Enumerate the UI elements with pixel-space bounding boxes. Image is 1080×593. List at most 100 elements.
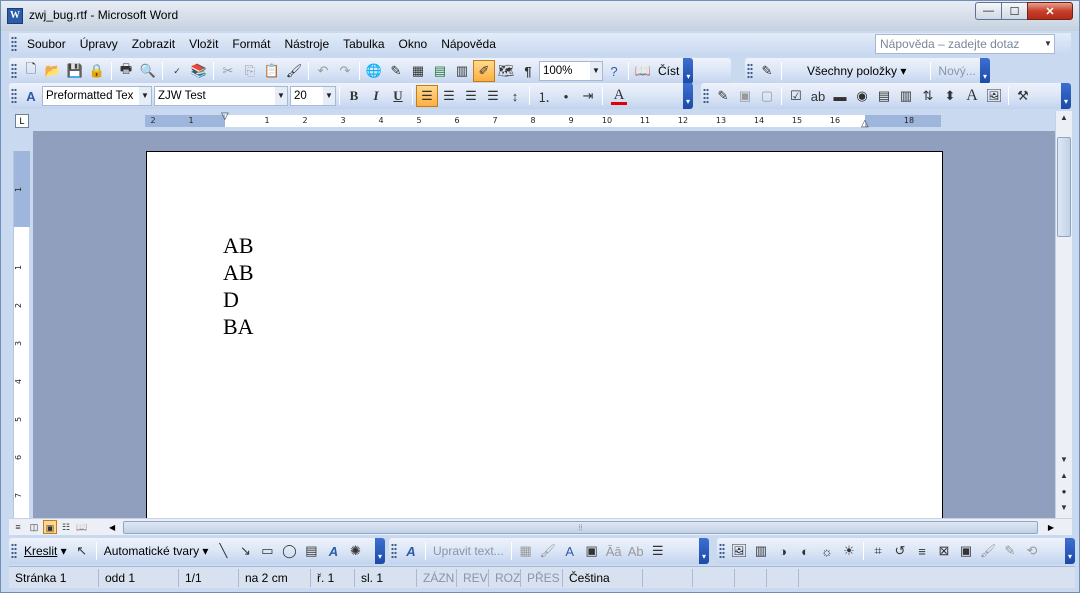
indent-icon[interactable]: ⇥ (577, 85, 599, 107)
toolbar-options-icon[interactable]: ▾ (1061, 83, 1071, 109)
status-position[interactable]: na 2 cm (239, 568, 311, 587)
columns-icon[interactable]: ▥ (451, 60, 473, 82)
wordart-gallery-icon[interactable]: ▦ (515, 540, 537, 562)
vertical-scroll-thumb[interactable] (1057, 137, 1071, 237)
permission-icon[interactable]: 🔒 (86, 60, 108, 82)
wordart-icon[interactable]: A (322, 540, 344, 562)
less-contrast-icon[interactable]: ◐ (794, 540, 816, 562)
rectangle-icon[interactable]: ▭ (256, 540, 278, 562)
print-preview-icon[interactable]: 🔍 (137, 60, 159, 82)
previous-page-icon[interactable]: ▲ (1056, 469, 1072, 483)
horizontal-scrollbar[interactable]: ◀ ⦙⦙ ▶ (109, 521, 1054, 534)
crop-icon[interactable]: ⌗ (867, 540, 889, 562)
toolbar-options-icon[interactable]: ▾ (683, 58, 694, 84)
line-spacing-icon[interactable]: ↕ (504, 85, 526, 107)
vertical-text-icon[interactable]: Ab (625, 540, 647, 562)
close-button[interactable]: ✕ (1027, 2, 1073, 20)
status-language[interactable]: Čeština (563, 568, 643, 587)
help-dropdown-icon[interactable]: ▼ (1042, 35, 1054, 53)
underline-button[interactable]: U (387, 85, 409, 107)
spinner-icon[interactable]: ⬍ (939, 85, 961, 107)
chevron-down-icon[interactable]: ▼ (590, 62, 602, 80)
more-brightness-icon[interactable]: ☼ (816, 540, 838, 562)
word-app-icon[interactable]: W (7, 8, 23, 24)
font-size-select[interactable]: 20 ▼ (290, 86, 336, 106)
insert-excel-icon[interactable]: ▤ (429, 60, 451, 82)
more-contrast-icon[interactable]: ◑ (772, 540, 794, 562)
arrow-icon[interactable]: ↘ (234, 540, 256, 562)
bold-button[interactable]: B (343, 85, 365, 107)
menu-vlozit[interactable]: Vložit (182, 34, 225, 54)
select-objects-icon[interactable]: ↖ (71, 540, 93, 562)
radio-icon[interactable]: ◉ (851, 85, 873, 107)
tables-borders-icon[interactable]: ✎ (385, 60, 407, 82)
text-box-icon[interactable]: ▤ (300, 540, 322, 562)
read-icon[interactable]: 📖 (632, 60, 654, 82)
menu-nastroje[interactable]: Nástroje (277, 34, 336, 54)
format-wordart-icon[interactable]: 🖌 (537, 540, 559, 562)
normal-view-icon[interactable]: ≡ (11, 520, 25, 534)
document-body[interactable]: AB AB D BA (223, 232, 254, 340)
toggle-icon[interactable]: ⇅ (917, 85, 939, 107)
more-controls-icon[interactable]: ⚒ (1012, 85, 1034, 107)
hyperlink-icon[interactable]: 🌐 (363, 60, 385, 82)
toolbar-options-icon[interactable]: ▾ (683, 83, 693, 109)
status-page[interactable]: Stránka 1 (9, 568, 99, 587)
insert-table-icon[interactable]: ▦ (407, 60, 429, 82)
align-center-icon[interactable]: ☰ (438, 85, 460, 107)
checkbox-icon[interactable]: ☑ (785, 85, 807, 107)
image-icon[interactable]: 🖼 (983, 85, 1005, 107)
scroll-right-icon[interactable]: ▶ (1048, 521, 1054, 534)
new-comment-button[interactable]: Nový... (934, 64, 979, 78)
zoom-select[interactable]: 100% ▼ (539, 61, 603, 81)
document-line[interactable]: AB (223, 232, 254, 259)
rotate-icon[interactable]: ↺ (889, 540, 911, 562)
color-icon[interactable]: ▥ (750, 540, 772, 562)
outline-view-icon[interactable]: ☷ (59, 520, 73, 534)
align-right-icon[interactable]: ☰ (460, 85, 482, 107)
status-column[interactable]: sl. 1 (355, 568, 417, 587)
research-icon[interactable]: 📚 (188, 60, 210, 82)
horizontal-scroll-thumb[interactable]: ⦙⦙ (123, 521, 1038, 534)
same-height-icon[interactable]: Āā (603, 540, 625, 562)
justify-icon[interactable]: ☰ (482, 85, 504, 107)
toolbar-options-icon[interactable]: ▾ (980, 58, 990, 84)
menu-napoveda[interactable]: Nápověda (434, 34, 503, 54)
font-color-button[interactable]: A (606, 85, 632, 107)
new-document-icon[interactable]: 🗋 (20, 60, 42, 82)
textbox-icon[interactable]: ab (807, 85, 829, 107)
vertical-ruler[interactable]: 1 1 2 3 4 5 6 7 (13, 151, 30, 518)
toolbar-grip-icon[interactable] (703, 88, 709, 104)
bullets-icon[interactable]: • (555, 85, 577, 107)
status-line[interactable]: ř. 1 (311, 568, 355, 587)
menu-soubor[interactable]: Soubor (20, 34, 73, 54)
right-indent-marker[interactable]: △ (861, 118, 869, 129)
reading-view-icon[interactable]: 📖 (75, 520, 89, 534)
toolbar-grip-icon[interactable] (11, 88, 17, 104)
styles-formatting-icon[interactable]: A (20, 85, 42, 107)
chevron-down-icon[interactable]: ▼ (275, 87, 287, 105)
browse-object-icon[interactable]: ● (1056, 485, 1072, 499)
help-icon[interactable]: ? (603, 60, 625, 82)
toolbar-grip-icon[interactable] (747, 63, 753, 79)
scroll-up-icon[interactable]: ▲ (1056, 111, 1072, 125)
document-map-icon[interactable]: 🗺 (495, 60, 517, 82)
document-line[interactable]: D (223, 286, 254, 313)
listbox-icon[interactable]: ▤ (873, 85, 895, 107)
help-search-input[interactable]: Nápověda – zadejte dotaz ▼ (875, 34, 1055, 54)
insert-picture-icon[interactable]: 🖼 (728, 540, 750, 562)
style-select[interactable]: Preformatted Tex ▼ (42, 86, 152, 106)
less-brightness-icon[interactable]: ☀ (838, 540, 860, 562)
wordart-shape-icon[interactable]: A (559, 540, 581, 562)
copy-icon[interactable]: ⎘ (239, 60, 261, 82)
insert-wordart-icon[interactable]: A (400, 540, 422, 562)
document-line[interactable]: BA (223, 313, 254, 340)
menu-okno[interactable]: Okno (392, 34, 435, 54)
toolbar-grip-icon[interactable] (719, 543, 725, 559)
status-record-macro[interactable]: ZÁZN (417, 568, 457, 587)
all-items-button[interactable]: Všechny položky ▾ (803, 64, 910, 78)
draw-menu-button[interactable]: Kreslit ▾ (20, 544, 71, 558)
align-left-icon[interactable]: ☰ (416, 85, 438, 107)
toolbar-grip-icon[interactable] (391, 543, 397, 559)
menu-tabulka[interactable]: Tabulka (336, 34, 391, 54)
